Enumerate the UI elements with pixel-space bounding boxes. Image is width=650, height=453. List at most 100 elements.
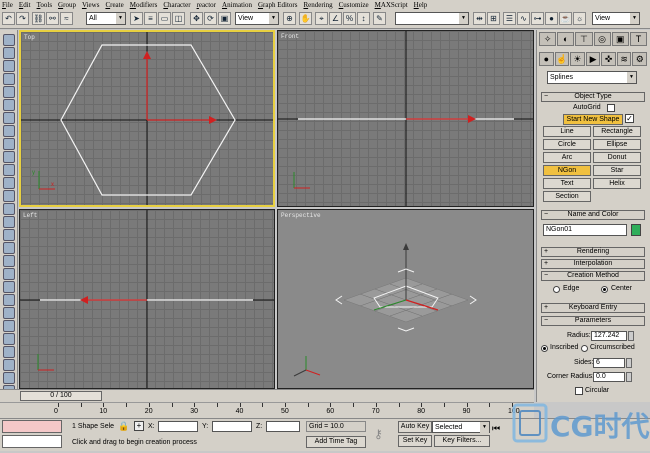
left-tab-tool-icon[interactable]	[3, 177, 15, 189]
helpers-icon[interactable]: ✜	[601, 52, 616, 66]
menu-item-group[interactable]: Group	[58, 1, 76, 9]
left-tab-tool-icon[interactable]	[3, 320, 15, 332]
window-crossing-icon[interactable]: ◫	[172, 12, 185, 25]
shape-category-select[interactable]: Splines	[547, 71, 637, 84]
viewport-front[interactable]: Front	[277, 30, 534, 207]
object-color-swatch[interactable]	[631, 224, 641, 236]
name-color-rollout[interactable]: − Name and Color	[541, 210, 645, 220]
helix-button[interactable]: Helix	[593, 178, 641, 189]
hierarchy-tab-icon[interactable]: ⊤	[575, 32, 593, 46]
radius-field[interactable]: 127.242	[591, 331, 627, 341]
left-tab-tool-icon[interactable]	[3, 203, 15, 215]
key-mode-icon[interactable]: ⚷	[374, 427, 383, 441]
render-view-select[interactable]: View	[592, 12, 640, 25]
left-tab-tool-icon[interactable]	[3, 229, 15, 241]
select-object-icon[interactable]: ➤	[130, 12, 143, 25]
z-coord-field[interactable]	[266, 421, 300, 432]
start-new-shape-checkbox[interactable]: ✓	[625, 114, 634, 123]
left-tab-tool-icon[interactable]	[3, 125, 15, 137]
auto-key-button[interactable]: Auto Key	[398, 421, 432, 433]
keyboard-entry-rollout[interactable]: + Keyboard Entry	[541, 303, 645, 313]
add-time-tag-button[interactable]: Add Time Tag	[306, 436, 366, 448]
reference-coordinate-select[interactable]: View	[235, 12, 279, 25]
systems-icon[interactable]: ⚙	[632, 52, 648, 66]
utilities-tab-icon[interactable]: T	[629, 32, 648, 46]
line-button[interactable]: Line	[543, 126, 591, 137]
left-tab-tool-icon[interactable]	[3, 164, 15, 176]
donut-button[interactable]: Donut	[593, 152, 641, 163]
left-tab-tool-icon[interactable]	[3, 359, 15, 371]
left-tab-tool-icon[interactable]	[3, 372, 15, 384]
menu-item-animation[interactable]: Animation	[222, 1, 252, 9]
track-bar[interactable]: 0 10 20 30 40 50 60 70 80 90 100	[0, 402, 534, 418]
viewport-top[interactable]: Top y x	[19, 30, 275, 207]
named-selection-select[interactable]	[395, 12, 469, 25]
key-filters-button[interactable]: Key Filters...	[434, 435, 490, 447]
rectangle-button[interactable]: Rectangle	[593, 126, 641, 137]
sides-spinner[interactable]	[626, 358, 632, 368]
ngon-button[interactable]: NGon	[543, 165, 591, 176]
unlink-icon[interactable]: ⚯	[46, 12, 59, 25]
lights-icon[interactable]: ☀	[570, 52, 585, 66]
scale-icon[interactable]: ▣	[218, 12, 231, 25]
left-tab-tool-icon[interactable]	[3, 268, 15, 280]
menu-item-graph-editors[interactable]: Graph Editors	[258, 1, 297, 9]
menu-item-help[interactable]: Help	[414, 1, 428, 9]
left-tab-tool-icon[interactable]	[3, 346, 15, 358]
left-tab-tool-icon[interactable]	[3, 112, 15, 124]
left-tab-tool-icon[interactable]	[3, 216, 15, 228]
left-tab-tool-icon[interactable]	[3, 333, 15, 345]
geometry-icon[interactable]: ●	[539, 52, 554, 66]
corner-radius-spinner[interactable]	[626, 372, 632, 382]
left-tab-tool-icon[interactable]	[3, 138, 15, 150]
motion-tab-icon[interactable]: ◎	[593, 32, 611, 46]
edge-radio[interactable]	[553, 286, 560, 293]
menu-item-modifiers[interactable]: Modifiers	[130, 1, 158, 9]
menu-item-views[interactable]: Views	[82, 1, 99, 9]
shapes-icon[interactable]: ☝	[554, 52, 570, 66]
parameters-rollout[interactable]: − Parameters	[541, 316, 645, 326]
maxscript-listener-field[interactable]	[2, 420, 62, 433]
inscribed-radio[interactable]	[541, 345, 548, 352]
cameras-icon[interactable]: ▶	[585, 52, 601, 66]
spinner-snap-icon[interactable]: ↕	[357, 12, 370, 25]
star-button[interactable]: Star	[593, 165, 641, 176]
key-selection-select[interactable]: Selected	[432, 421, 490, 433]
lock-selection-icon[interactable]: 🔒	[118, 421, 129, 432]
redo-icon[interactable]: ↷	[16, 12, 29, 25]
menu-item-create[interactable]: Create	[105, 1, 123, 9]
left-tab-tool-icon[interactable]	[3, 294, 15, 306]
menu-item-character[interactable]: Character	[163, 1, 190, 9]
menu-item-rendering[interactable]: Rendering	[303, 1, 332, 9]
rotate-icon[interactable]: ⟳	[204, 12, 217, 25]
render-scene-icon[interactable]: ☕	[559, 12, 572, 25]
autogrid-checkbox[interactable]	[607, 104, 615, 112]
undo-icon[interactable]: ↶	[2, 12, 15, 25]
move-icon[interactable]: ✥	[190, 12, 203, 25]
left-tab-tool-icon[interactable]	[3, 99, 15, 111]
circle-button[interactable]: Circle	[543, 139, 591, 150]
object-name-field[interactable]: NGon01	[543, 224, 627, 236]
left-tab-tool-icon[interactable]	[3, 151, 15, 163]
angle-snap-icon[interactable]: ∠	[329, 12, 342, 25]
sides-field[interactable]: 6	[593, 358, 625, 368]
align-icon[interactable]: ⊞	[487, 12, 500, 25]
create-tab-icon[interactable]: ✧	[539, 32, 557, 46]
left-tab-tool-icon[interactable]	[3, 242, 15, 254]
start-new-shape-button[interactable]: Start New Shape	[563, 114, 623, 125]
left-tab-tool-icon[interactable]	[3, 190, 15, 202]
interpolation-rollout[interactable]: + Interpolation	[541, 259, 645, 269]
circumscribed-radio[interactable]	[581, 345, 588, 352]
viewport-left[interactable]: Left	[19, 209, 275, 389]
rendering-rollout[interactable]: + Rendering	[541, 247, 645, 257]
selection-filter-select[interactable]: All	[86, 12, 126, 25]
ellipse-button[interactable]: Ellipse	[593, 139, 641, 150]
spacewarps-icon[interactable]: ≋	[616, 52, 632, 66]
left-tab-tool-icon[interactable]	[3, 73, 15, 85]
select-link-icon[interactable]: ⛓	[32, 12, 45, 25]
section-button[interactable]: Section	[543, 191, 591, 202]
display-tab-icon[interactable]: ▣	[611, 32, 629, 46]
left-tab-tool-icon[interactable]	[3, 47, 15, 59]
viewport-perspective[interactable]: Perspective	[277, 209, 534, 389]
curve-editor-icon[interactable]: ∿	[517, 12, 530, 25]
